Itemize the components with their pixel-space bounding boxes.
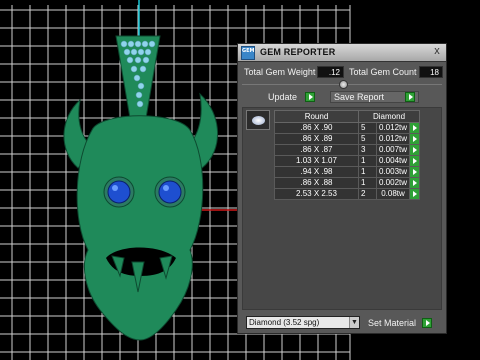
table-header-row: Round Diamond xyxy=(274,110,421,123)
right-eye-gem xyxy=(158,180,182,204)
gem-weight-cell: 0.012tw xyxy=(375,133,411,145)
gem-weight-cell: 0.007tw xyxy=(375,144,411,156)
gem-list-area: Round Diamond .86 X .90 5 0.012tw .86 X .89… xyxy=(242,107,442,310)
select-row-play-icon[interactable] xyxy=(409,177,421,189)
table-row: .86 X .90 5 0.012tw xyxy=(274,122,421,134)
save-report-label: Save Report xyxy=(334,92,385,102)
table-row: .86 X .89 5 0.012tw xyxy=(274,133,421,145)
table-row: .86 X .88 1 0.002tw xyxy=(274,177,421,189)
gem-size-cell: .86 X .89 xyxy=(274,133,359,145)
gem-size-cell: 2.53 X 2.53 xyxy=(274,188,359,200)
update-play-icon[interactable] xyxy=(305,92,315,102)
app-icon: GEM xyxy=(241,46,255,60)
update-label: Update xyxy=(268,92,298,102)
col-round-header: Round xyxy=(274,110,359,123)
col-diamond-header: Diamond xyxy=(357,110,421,123)
total-weight-value: .12 xyxy=(317,66,344,78)
table-row: .86 X .87 3 0.007tw xyxy=(274,144,421,156)
panel-title: GEM REPORTER xyxy=(260,47,336,57)
gem-weight-cell: 0.003tw xyxy=(375,166,411,178)
gem-size-cell: 1.03 X 1.07 xyxy=(274,155,359,167)
close-icon[interactable]: x xyxy=(431,46,443,58)
gem-qty-cell: 1 xyxy=(358,177,377,189)
gem-reporter-panel: GEM GEM REPORTER x Total Gem Weight .12 … xyxy=(237,43,447,334)
totals-row: Total Gem Weight .12 Total Gem Count 18 xyxy=(238,66,446,80)
gem-thumbnail-icon[interactable] xyxy=(246,110,270,130)
gem-qty-cell: 1 xyxy=(358,166,377,178)
total-count-label: Total Gem Count xyxy=(349,67,417,77)
set-material-label: Set Material xyxy=(368,318,417,328)
select-row-play-icon[interactable] xyxy=(409,155,421,167)
gem-qty-cell: 3 xyxy=(358,144,377,156)
gem-qty-cell: 1 xyxy=(358,155,377,167)
select-row-play-icon[interactable] xyxy=(409,144,421,156)
panel-titlebar[interactable]: GEM GEM REPORTER x xyxy=(238,44,446,62)
table-row: 1.03 X 1.07 1 0.004tw xyxy=(274,155,421,167)
select-row-play-icon[interactable] xyxy=(409,122,421,134)
gem-size-cell: .86 X .88 xyxy=(274,177,359,189)
chevron-down-icon[interactable]: ▼ xyxy=(349,317,359,328)
gem-weight-cell: 0.002tw xyxy=(375,177,411,189)
gem-weight-cell: 0.08tw xyxy=(375,188,411,200)
gem-qty-cell: 5 xyxy=(358,133,377,145)
gem-table: Round Diamond .86 X .90 5 0.012tw .86 X .89… xyxy=(274,110,421,200)
select-row-play-icon[interactable] xyxy=(409,166,421,178)
table-row: .94 X .98 1 0.003tw xyxy=(274,166,421,178)
save-report-play-icon[interactable] xyxy=(405,92,415,102)
material-select-value: Diamond (3.52 spg) xyxy=(249,318,320,327)
gem-weight-cell: 0.012tw xyxy=(375,122,411,134)
material-select[interactable]: Diamond (3.52 spg) ▼ xyxy=(246,316,360,329)
select-row-play-icon[interactable] xyxy=(409,188,421,200)
set-material-play-icon[interactable] xyxy=(422,318,432,328)
table-row: 2.53 X 2.53 2 0.08tw xyxy=(274,188,421,200)
gem-weight-cell: 0.004tw xyxy=(375,155,411,167)
select-row-play-icon[interactable] xyxy=(409,133,421,145)
total-weight-label: Total Gem Weight xyxy=(244,67,316,77)
gem-qty-cell: 5 xyxy=(358,122,377,134)
collapse-knob-icon[interactable] xyxy=(339,80,348,89)
gem-size-cell: .86 X .87 xyxy=(274,144,359,156)
gem-size-cell: .86 X .90 xyxy=(274,122,359,134)
gem-qty-cell: 2 xyxy=(358,188,377,200)
left-eye-gem xyxy=(107,180,131,204)
gem-size-cell: .94 X .98 xyxy=(274,166,359,178)
skull-head xyxy=(76,115,204,341)
total-count-value: 18 xyxy=(419,66,443,78)
